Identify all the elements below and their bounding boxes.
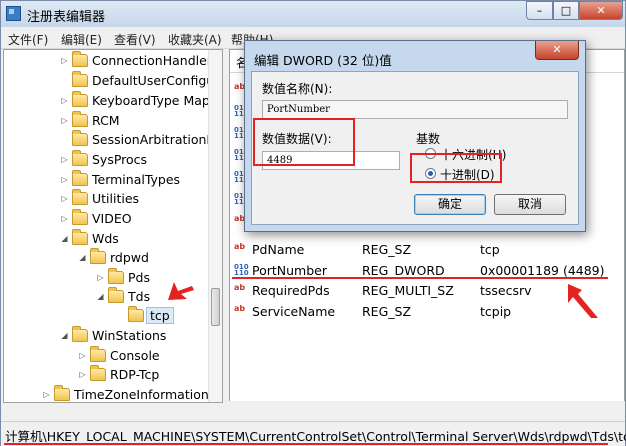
ok-button[interactable]: 确定 [414, 194, 486, 215]
string-value-icon: ab [234, 304, 246, 313]
menu-favorites[interactable]: 收藏夹(A) [168, 31, 222, 48]
folder-icon [72, 229, 88, 245]
value-name-field[interactable]: PortNumber [262, 100, 568, 119]
expand-icon[interactable]: ▷ [60, 194, 69, 203]
expand-icon[interactable]: ▷ [60, 96, 69, 105]
dialog-title: 编辑 DWORD (32 位)值 [254, 53, 392, 68]
tree-scrollbar-thumb[interactable] [211, 288, 220, 326]
collapse-icon[interactable]: ◢ [60, 234, 69, 243]
folder-icon [72, 51, 88, 67]
base-group-label: 基数 [416, 132, 441, 146]
folder-icon [72, 170, 88, 186]
folder-icon [90, 365, 106, 381]
string-value-icon: ab [234, 283, 246, 292]
minimize-button[interactable]: – [526, 1, 553, 20]
menu-file[interactable]: 文件(F) [8, 31, 48, 48]
folder-icon [108, 268, 124, 284]
folder-icon [72, 150, 88, 166]
values-horizontal-scrollbar[interactable] [229, 401, 625, 417]
collapse-icon[interactable]: ◢ [96, 292, 105, 301]
folder-icon [128, 306, 144, 322]
tree-scrollbar[interactable] [208, 50, 222, 402]
expand-icon[interactable]: ▷ [60, 56, 69, 65]
folder-icon [72, 326, 88, 342]
folder-icon [54, 385, 70, 401]
binary-value-icon: 010 110 [234, 263, 249, 277]
string-value-icon: ab [234, 242, 246, 251]
window-title: 注册表编辑器 [27, 10, 106, 25]
annotation-box-value-data [253, 118, 355, 166]
maximize-button[interactable]: □ [553, 1, 579, 20]
expand-icon[interactable]: ▷ [60, 155, 69, 164]
collapse-icon[interactable]: ◢ [78, 253, 87, 262]
table-row[interactable]: ab ServiceName REG_SZ tcpip [230, 302, 624, 322]
dialog-close-button[interactable]: ✕ [535, 41, 579, 60]
folder-icon [108, 287, 124, 303]
menu-edit[interactable]: 编辑(E) [61, 31, 102, 48]
table-row[interactable]: ab RequiredPds REG_MULTI_SZ tssecsrv [230, 281, 624, 301]
folder-icon [90, 346, 106, 362]
folder-icon [72, 189, 88, 205]
expand-icon[interactable]: ▷ [78, 370, 87, 379]
expand-icon[interactable]: ▷ [60, 116, 69, 125]
folder-icon [72, 91, 88, 107]
expand-icon[interactable]: ▷ [60, 214, 69, 223]
collapse-icon[interactable]: ◢ [60, 331, 69, 340]
regedit-icon [6, 6, 21, 21]
annotation-underline-path [4, 443, 608, 445]
table-row[interactable]: ab PdName REG_SZ tcp [230, 240, 624, 260]
registry-tree[interactable]: ▷ ConnectionHandler DefaultUserConfigur ▷… [3, 49, 223, 403]
value-name-label: 数值名称(N): [262, 82, 333, 96]
folder-icon [72, 130, 88, 146]
folder-icon [72, 71, 88, 87]
folder-icon [90, 248, 106, 264]
cancel-button[interactable]: 取消 [494, 194, 566, 215]
expand-icon[interactable]: ▷ [96, 273, 105, 282]
expand-icon[interactable]: ▷ [78, 351, 87, 360]
expand-icon[interactable]: ▷ [42, 390, 51, 399]
expand-icon[interactable]: ▷ [60, 175, 69, 184]
annotation-underline-portnumber [232, 277, 608, 279]
folder-icon [72, 209, 88, 225]
folder-icon [72, 111, 88, 127]
title-bar: 注册表编辑器 – □ ✕ [1, 1, 625, 27]
close-button[interactable]: ✕ [579, 1, 623, 20]
annotation-box-decimal [410, 153, 502, 183]
menu-view[interactable]: 查看(V) [114, 31, 156, 48]
